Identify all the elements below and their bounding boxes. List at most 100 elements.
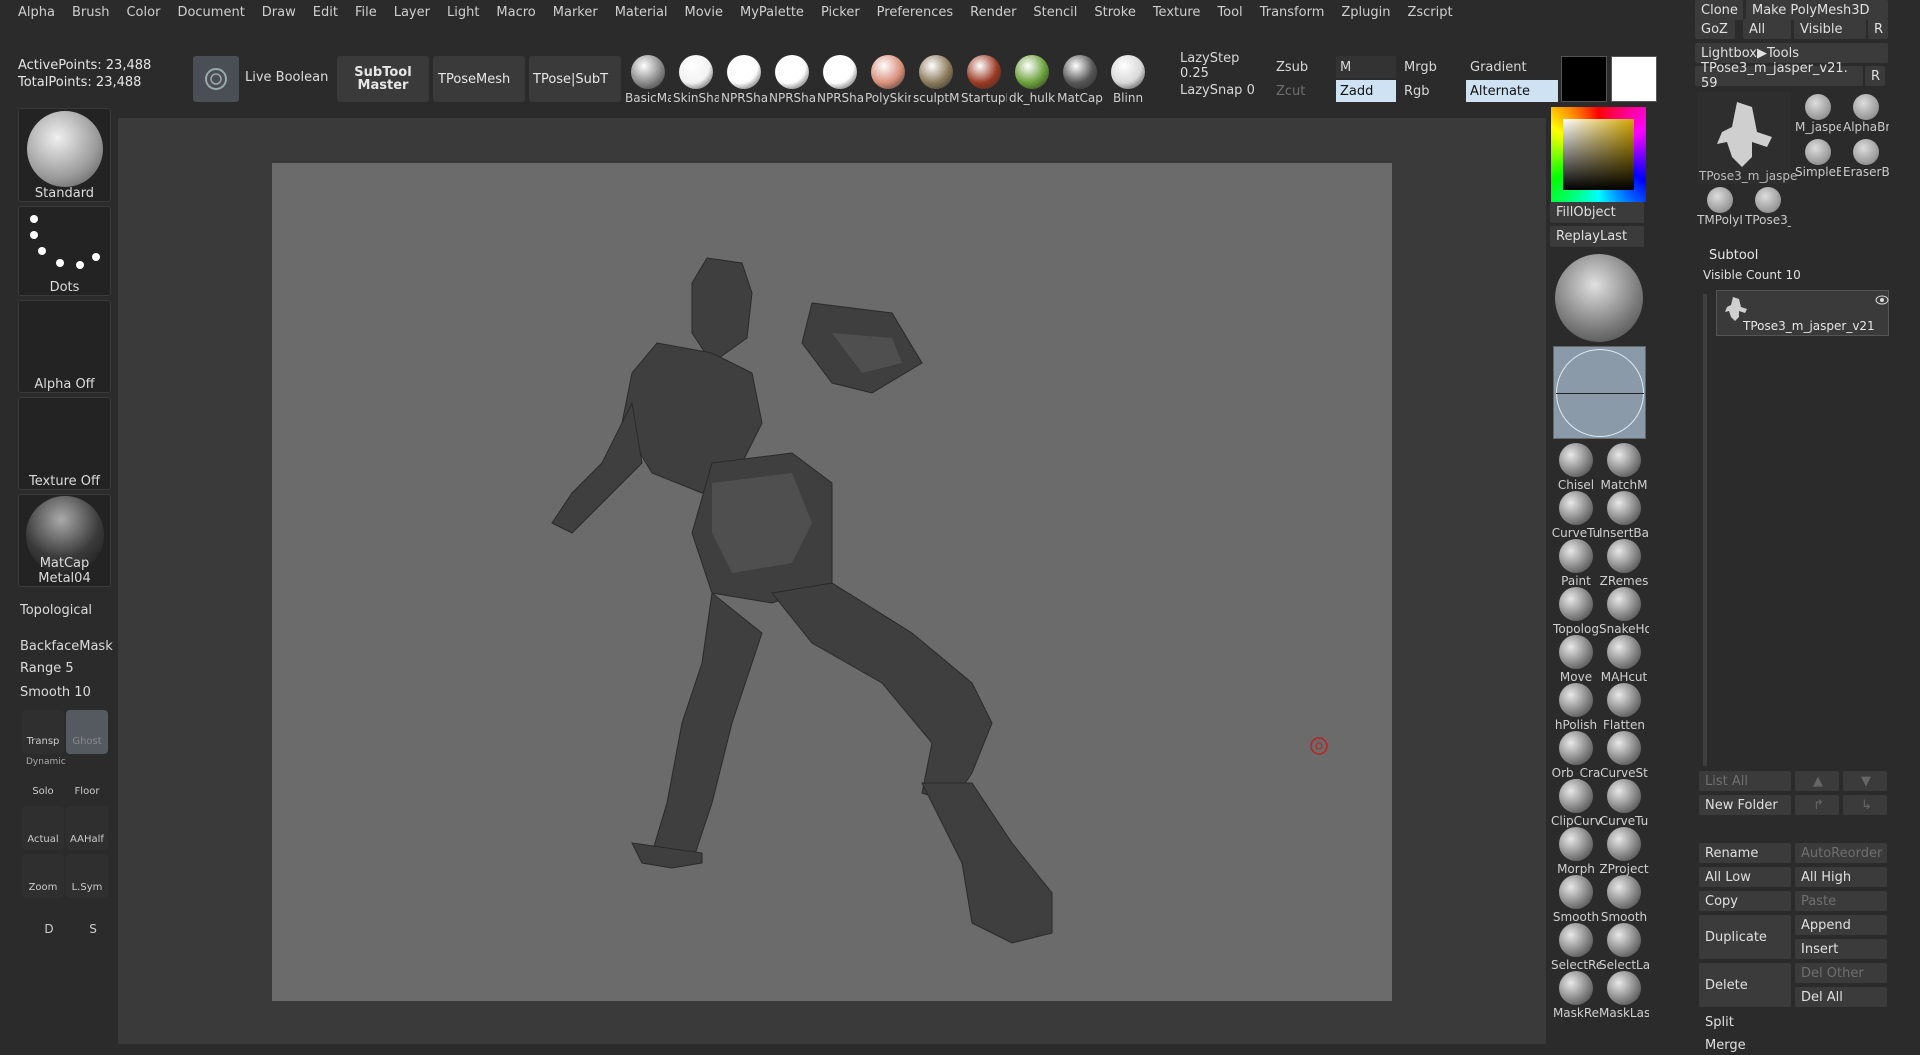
brush-button[interactable]: CurveSt <box>1599 731 1649 780</box>
autoreorder-button[interactable]: AutoReorder <box>1795 843 1887 863</box>
tool-thumb[interactable]: SimpleB <box>1795 137 1841 181</box>
brush-button[interactable]: Topolog <box>1551 587 1601 636</box>
fillobject-button[interactable]: FillObject <box>1550 202 1644 223</box>
menu-item[interactable]: Zplugin <box>1341 5 1390 20</box>
r-button[interactable]: R <box>1868 19 1888 39</box>
tool-r-button[interactable]: R <box>1865 66 1885 86</box>
material-swatch[interactable]: StartupI <box>961 55 1007 105</box>
brush-button[interactable]: Smooth <box>1599 875 1649 924</box>
mrgb-button[interactable]: Mrgb <box>1400 56 1460 78</box>
range-slider[interactable]: Range 5 <box>20 661 74 676</box>
all-low-button[interactable]: All Low <box>1699 867 1791 887</box>
replaylast-button[interactable]: ReplayLast <box>1550 226 1644 247</box>
new-folder-button[interactable]: New Folder <box>1699 795 1791 815</box>
document-canvas[interactable] <box>272 163 1392 1001</box>
transp-button[interactable]: Transp <box>22 710 64 754</box>
visible-count-slider[interactable]: Visible Count 10 <box>1703 268 1883 286</box>
menu-item[interactable]: Marker <box>553 5 598 20</box>
aahalf-button[interactable]: AAHalf <box>66 806 108 850</box>
brush-button[interactable]: ZRemes <box>1599 539 1649 588</box>
menu-item[interactable]: MyPalette <box>740 5 804 20</box>
goz-button[interactable]: GoZ <box>1695 19 1735 39</box>
del-all-button[interactable]: Del All <box>1795 987 1887 1007</box>
tposemesh-button[interactable]: TPoseMesh <box>433 56 525 102</box>
menu-item[interactable]: File <box>355 5 377 20</box>
append-button[interactable]: Append <box>1795 915 1887 935</box>
material-swatch[interactable]: BasicMa <box>625 55 671 105</box>
tool-thumb[interactable]: AlphaBr <box>1843 92 1889 136</box>
rename-button[interactable]: Rename <box>1699 843 1791 863</box>
color-picker-ring[interactable] <box>1551 107 1646 202</box>
zcut-button[interactable]: Zcut <box>1272 80 1332 102</box>
zoom-button[interactable]: Zoom <box>22 854 64 898</box>
menu-item[interactable]: Color <box>126 5 160 20</box>
light-sphere[interactable] <box>1555 254 1643 342</box>
brush-button[interactable]: SelectLa <box>1599 923 1649 972</box>
del-other-button[interactable]: Del Other <box>1795 963 1887 983</box>
all-high-button[interactable]: All High <box>1795 867 1887 887</box>
brush-button[interactable]: MAHcut <box>1599 635 1649 684</box>
alternate-button[interactable]: Alternate <box>1466 80 1558 102</box>
brush-button[interactable]: Morph <box>1551 827 1601 876</box>
brush-button[interactable]: SelectRe <box>1551 923 1601 972</box>
active-tool-thumb[interactable]: TPose3_m_jaspe <box>1697 92 1797 184</box>
brush-button[interactable]: MaskLas <box>1599 971 1649 1020</box>
material-swatch[interactable]: Blinn <box>1105 55 1151 105</box>
brush-thumb[interactable]: Standard <box>18 108 111 202</box>
menu-item[interactable]: Layer <box>394 5 430 20</box>
menu-item[interactable]: Stencil <box>1033 5 1077 20</box>
navigation-gizmo[interactable] <box>1553 346 1646 439</box>
brush-button[interactable]: Orb_Cra <box>1551 731 1601 780</box>
actual-button[interactable]: Actual <box>22 806 64 850</box>
brush-button[interactable]: MaskRe <box>1551 971 1601 1020</box>
tool-thumb[interactable]: TPose3_ <box>1745 185 1791 229</box>
tpose-subt-button[interactable]: TPose|SubT <box>529 56 621 102</box>
m-button[interactable]: M <box>1336 56 1396 78</box>
gradient-button[interactable]: Gradient <box>1466 56 1558 78</box>
s-button[interactable]: S <box>66 902 108 946</box>
brush-button[interactable]: CurveTu <box>1599 779 1649 828</box>
smooth-slider[interactable]: Smooth 10 <box>20 685 91 700</box>
move-up-button[interactable]: ▲ <box>1795 771 1839 791</box>
menu-item[interactable]: Material <box>615 5 668 20</box>
alpha-thumb[interactable]: Alpha Off <box>18 300 111 393</box>
brush-button[interactable]: hPolish <box>1551 683 1601 732</box>
live-boolean-toggle[interactable] <box>193 56 239 102</box>
menu-item[interactable]: Brush <box>72 5 110 20</box>
merge-button[interactable]: Merge <box>1699 1035 1887 1055</box>
stroke-thumb[interactable]: Dots <box>18 206 111 296</box>
lightbox-tools-button[interactable]: Lightbox▶Tools <box>1695 43 1888 63</box>
lazysnap-slider[interactable]: LazySnap 0 <box>1176 79 1266 101</box>
subtool-item[interactable]: TPose3_m_jasper_v21 <box>1716 290 1889 336</box>
tool-thumb[interactable]: TMPolyI <box>1697 185 1743 229</box>
tool-name-slider[interactable]: TPose3_m_jasper_v21. 59 <box>1695 61 1863 91</box>
zsub-button[interactable]: Zsub <box>1272 56 1332 78</box>
menu-item[interactable]: Stroke <box>1094 5 1135 20</box>
material-swatch[interactable]: SkinSha <box>673 55 719 105</box>
menu-item[interactable]: Preferences <box>877 5 953 20</box>
menu-item[interactable]: Edit <box>313 5 338 20</box>
menu-item[interactable]: Transform <box>1260 5 1325 20</box>
lsym-button[interactable]: L.Sym <box>66 854 108 898</box>
subtool-header[interactable]: Subtool <box>1695 248 1888 268</box>
eye-icon[interactable] <box>1875 295 1889 305</box>
material-swatch[interactable]: sculptM <box>913 55 959 105</box>
brush-button[interactable]: Paint <box>1551 539 1601 588</box>
material-thumb[interactable]: MatCap Metal04 <box>18 494 111 587</box>
copy-button[interactable]: Copy <box>1699 891 1791 911</box>
tool-thumb[interactable]: EraserB <box>1843 137 1889 181</box>
list-all-button[interactable]: List All <box>1699 771 1791 791</box>
tool-thumb[interactable]: M_jaspe <box>1795 92 1841 136</box>
menu-item[interactable]: Tool <box>1217 5 1242 20</box>
brush-button[interactable]: InsertBa <box>1599 491 1649 540</box>
folder-action-a[interactable]: ↱ <box>1795 795 1839 815</box>
brush-button[interactable]: CurveTu <box>1551 491 1601 540</box>
paste-button[interactable]: Paste <box>1795 891 1887 911</box>
menu-item[interactable]: Render <box>970 5 1016 20</box>
material-swatch[interactable]: PolySkin <box>865 55 911 105</box>
material-swatch[interactable]: MatCap <box>1057 55 1103 105</box>
menu-item[interactable]: Alpha <box>18 5 55 20</box>
brush-button[interactable]: ClipCurv <box>1551 779 1601 828</box>
menu-item[interactable]: Zscript <box>1407 5 1452 20</box>
brush-button[interactable]: Smooth <box>1551 875 1601 924</box>
